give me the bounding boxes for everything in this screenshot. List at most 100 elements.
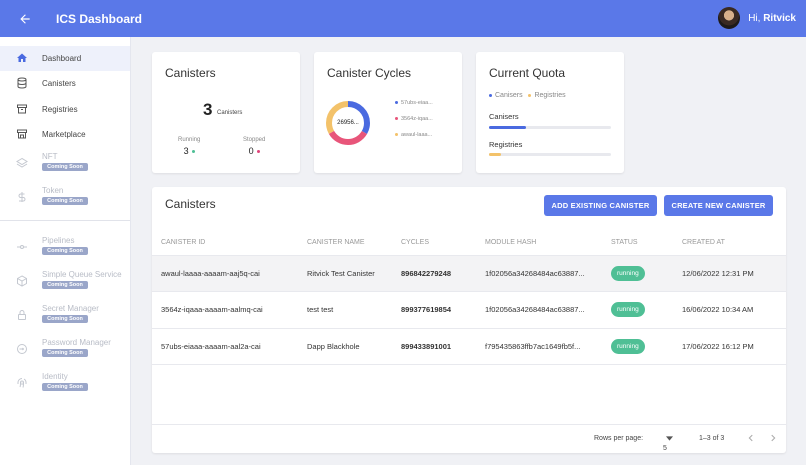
canister-id-cell: 3564z-iqaaa-aaaam-aalmq-cai — [152, 291, 298, 329]
sidebar-item-simple-queue-service: Simple Queue Service Coming Soon — [0, 265, 130, 299]
canister-name-cell: Dapp Blackhole — [298, 328, 392, 365]
canister-name-cell: Ritvick Test Canister — [298, 255, 392, 292]
sidebar-item-password-manager: Password Manager Coming Soon — [0, 333, 130, 367]
table-header-row: CANISTER ID CANISTER NAME CYCLES MODULE … — [152, 231, 786, 256]
add-existing-canister-button[interactable]: ADD EXISTING CANISTER — [544, 195, 657, 216]
sidebar-item-label: Marketplace — [42, 129, 86, 139]
create-new-canister-button[interactable]: CREATE NEW CANISTER — [664, 195, 773, 216]
user-greeting: Hi, Ritvick — [748, 13, 796, 24]
chevron-right-icon[interactable] — [768, 433, 778, 443]
table-pagination: Rows per page: 5 1–3 of 3 — [152, 424, 786, 453]
canisters-summary-card: Canisters 3 Canisters Running 3 Stopped … — [152, 52, 300, 173]
legend-item: 57ubs-eiaa... — [395, 100, 433, 116]
running-dot — [191, 150, 195, 154]
canisters-table-card: Canisters ADD EXISTING CANISTER CREATE N… — [152, 187, 786, 453]
sidebar-item-nft: NFT Coming Soon — [0, 147, 130, 181]
avatar[interactable] — [718, 7, 741, 29]
back-arrow-icon[interactable] — [18, 12, 32, 26]
coming-soon-badge: Coming Soon — [42, 383, 88, 392]
cycles-cell: 899377619854 — [392, 291, 476, 329]
total-canisters-count: 3 — [203, 100, 213, 119]
coming-soon-badge: Coming Soon — [42, 281, 88, 290]
sidebar-item-registries[interactable]: Registries — [0, 97, 130, 122]
status-cell: running — [602, 291, 673, 329]
created-at-cell: 17/06/2022 16:12 PM — [673, 328, 786, 365]
column-header[interactable]: MODULE HASH — [476, 231, 602, 256]
home-icon — [17, 53, 27, 62]
stopped-label: Stopped — [243, 137, 266, 143]
quota-canisters-label: Canisers — [489, 112, 519, 121]
status-badge: running — [611, 265, 645, 281]
quota-legend: Canisers Registries — [489, 92, 566, 99]
chevron-left-icon[interactable] — [746, 433, 756, 443]
coming-soon-badge: Coming Soon — [42, 163, 88, 172]
canister-cycles-card: Canister Cycles 26956... 57ubs-eiaa... 3… — [314, 52, 462, 173]
module-hash-cell: 1f02056a34268484ac63887... — [476, 291, 602, 329]
status-badge: running — [611, 338, 645, 354]
sidebar-item-secret-manager: Secret Manager Coming Soon — [0, 299, 130, 333]
sidebar-item-label: Registries — [42, 104, 78, 114]
card-title: Canisters — [165, 197, 216, 211]
cube-icon — [17, 275, 27, 287]
quota-canisters-fill — [489, 126, 526, 129]
sidebar-item-canisters[interactable]: Canisters — [0, 71, 130, 96]
column-header[interactable]: CYCLES — [392, 231, 476, 256]
column-header[interactable]: CANISTER ID — [152, 231, 298, 256]
sidebar-item-label: Secret Manager — [42, 304, 99, 314]
quota-registries-label: Registries — [489, 140, 523, 149]
sidebar-item-label: Pipelines — [42, 236, 75, 246]
rows-per-page-value: 5 — [663, 445, 667, 452]
legend-label: 3564z-iqaa... — [401, 116, 433, 122]
created-at-cell: 12/06/2022 12:31 PM — [673, 255, 786, 292]
archive-icon — [17, 104, 27, 114]
sidebar-item-dashboard[interactable]: Dashboard — [0, 46, 130, 72]
legend-item: awaul-laaa... — [395, 132, 433, 148]
coming-soon-badge: Coming Soon — [42, 349, 88, 358]
coming-soon-badge: Coming Soon — [42, 197, 88, 206]
rows-per-page-label: Rows per page: — [594, 435, 644, 442]
coming-soon-badge: Coming Soon — [42, 247, 88, 256]
sidebar-item-pipelines: Pipelines Coming Soon — [0, 231, 130, 265]
rows-per-page-select[interactable]: 5 — [663, 435, 673, 452]
sidebar-item-identity: Identity Coming Soon — [0, 367, 130, 401]
card-title: Current Quota — [489, 66, 566, 80]
donut-center-label: 26956... — [337, 120, 359, 126]
total-canisters-unit: Canisters — [217, 110, 243, 116]
user-name: Ritvick — [763, 12, 796, 24]
table-row[interactable]: awaul-laaaa-aaaam-aaj5q-cai Ritvick Test… — [152, 255, 786, 292]
column-header[interactable]: CREATED AT — [673, 231, 786, 256]
sidebar-item-token: Token Coming Soon — [0, 181, 130, 215]
running-stat: Running 3 — [178, 137, 200, 156]
sidebar-item-marketplace[interactable]: Marketplace — [0, 122, 130, 147]
status-badge: running — [611, 302, 645, 318]
stopped-dot — [256, 150, 260, 154]
legend-label: awaul-laaa... — [401, 132, 433, 138]
user-menu[interactable]: Hi, Ritvick — [718, 7, 796, 29]
dollar-icon — [18, 192, 26, 203]
sidebar-divider — [0, 220, 130, 222]
legend-item: 3564z-iqaa... — [395, 116, 433, 132]
canister-id-cell: awaul-laaaa-aaaam-aaj5q-cai — [152, 255, 298, 292]
store-icon — [17, 129, 27, 139]
sidebar-item-label: Password Manager — [42, 338, 111, 348]
table-row[interactable]: 3564z-iqaaa-aaaam-aalmq-cai test test 89… — [152, 291, 786, 329]
current-quota-card: Current Quota Canisers Registries Canise… — [476, 52, 624, 173]
lock-icon — [18, 310, 26, 321]
card-title: Canisters — [165, 66, 216, 80]
sidebar-item-label: Canisters — [42, 79, 76, 89]
legend-label: Canisers — [495, 92, 523, 99]
sidebar-item-label: Token — [42, 186, 64, 196]
running-count: 3 — [183, 146, 189, 156]
stopped-count: 0 — [248, 146, 254, 156]
module-hash-cell: f795435863ffb7ac1649fb5f... — [476, 328, 602, 365]
quota-canisters-bar — [489, 126, 611, 129]
canisters-table: CANISTER ID CANISTER NAME CYCLES MODULE … — [152, 231, 786, 365]
fingerprint-icon — [17, 378, 27, 388]
column-header[interactable]: STATUS — [602, 231, 673, 256]
quota-registries-bar — [489, 153, 611, 156]
caret-down-icon — [666, 436, 673, 441]
table-row[interactable]: 57ubs-eiaaa-aaaam-aal2a-cai Dapp Blackho… — [152, 328, 786, 365]
quota-registries-fill — [489, 153, 502, 156]
column-header[interactable]: CANISTER NAME — [298, 231, 392, 256]
running-label: Running — [178, 137, 201, 143]
